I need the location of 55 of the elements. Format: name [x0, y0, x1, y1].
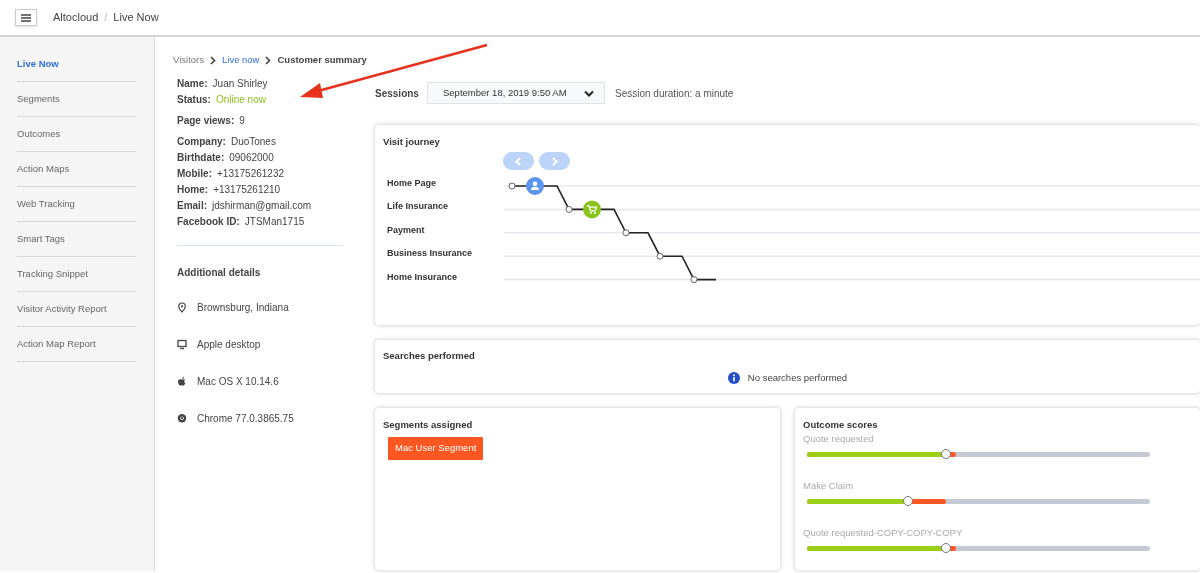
field-label: Mobile: [177, 167, 212, 180]
segment-tag: Mac User Segment [388, 437, 484, 460]
field-value: jdshirman@gmail.com [212, 199, 312, 212]
breadcrumb-link[interactable]: Live now [222, 52, 260, 68]
sidebar-item[interactable]: Segments [17, 91, 60, 107]
sidebar-item[interactable]: Smart Tags [17, 231, 65, 247]
card-title: Visit journey [383, 135, 440, 149]
card-title: Segments assigned [383, 418, 474, 432]
field-label: Home: [177, 183, 209, 196]
field-value: 9 [239, 114, 245, 127]
breadcrumb-item: Altocloud [53, 10, 99, 26]
sessions-label: Sessions [375, 86, 420, 101]
field-label: Company: [177, 135, 226, 148]
field-value: 09062000 [229, 151, 274, 164]
field-label: Name: [177, 77, 208, 90]
sidebar-item[interactable]: Live Now [17, 56, 59, 72]
section-title: Additional details [177, 266, 262, 280]
field-value: DuoTones [230, 135, 276, 148]
sidebar-item[interactable]: Web Tracking [17, 196, 75, 212]
sidebar-item[interactable]: Action Map Report [17, 336, 96, 352]
score-label: Make Claim [803, 479, 855, 492]
empty-message: No searches performed [747, 371, 848, 386]
sidebar-item[interactable]: Action Maps [17, 161, 70, 177]
field-label: Email: [177, 199, 207, 212]
card-title: Searches performed [383, 349, 476, 363]
page-label: Home Page [387, 178, 437, 189]
field-label: Birthdate: [177, 151, 225, 164]
detail-text: Chrome 77.0.3865.75 [197, 412, 294, 426]
detail-text: Mac OS X 10.14.6 [197, 375, 279, 389]
field-value: JTSMan1715 [244, 215, 305, 228]
score-label: Quote requested [803, 432, 875, 445]
session-dropdown[interactable]: September 18, 2019 9:50 AM [427, 82, 605, 104]
detail-text: Brownsburg, Indiana [197, 301, 289, 315]
field-label: Facebook ID: [177, 215, 240, 228]
sidebar-item[interactable]: Outcomes [17, 126, 61, 142]
field-label: Page views: [177, 114, 235, 127]
breadcrumb-separator: / [104, 10, 108, 26]
breadcrumb-item: Visitors [173, 52, 204, 67]
page-label: Life Insurance [387, 201, 449, 213]
score-label: Quote requested-COPY-COPY-COPY [803, 526, 964, 539]
session-duration: Session duration: a minute [615, 86, 734, 101]
breadcrumb-item: Customer summary [277, 52, 367, 67]
field-value: +13175261232 [217, 167, 285, 180]
status-value: Online now [215, 93, 266, 106]
page-label: Payment [387, 224, 425, 236]
page-label: Business Insurance [387, 248, 473, 260]
field-value: +13175261210 [213, 183, 281, 196]
breadcrumb-item: Live Now [113, 10, 159, 26]
sidebar-item[interactable]: Tracking Snippet [17, 266, 88, 282]
page-label: Home Insurance [387, 271, 458, 283]
sidebar-item[interactable]: Visitor Activity Report [17, 301, 107, 317]
field-label: Status: [177, 93, 211, 106]
card-title: Outcome scores [803, 418, 879, 432]
field-value: Juan Shirley [212, 77, 268, 90]
detail-text: Apple desktop [197, 338, 261, 352]
